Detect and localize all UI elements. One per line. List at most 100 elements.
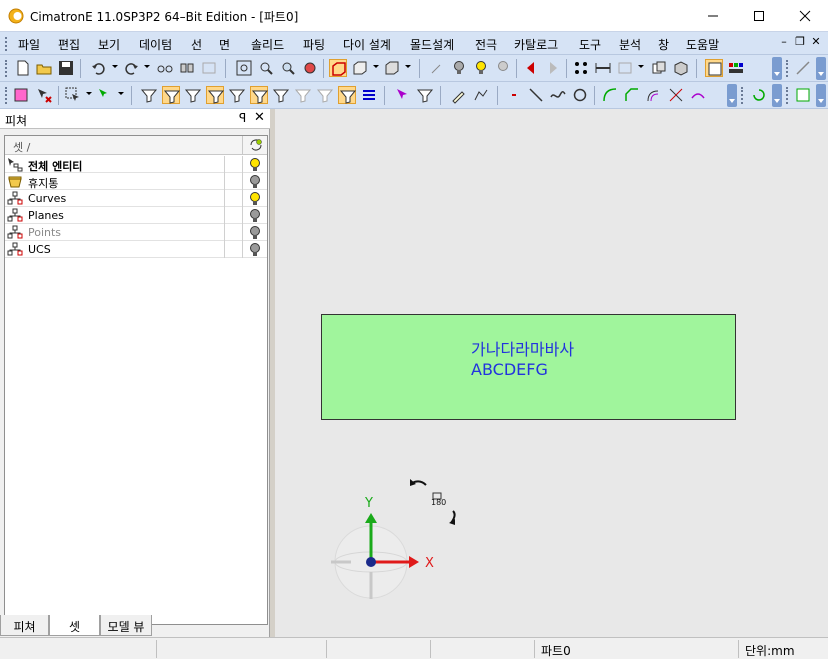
filter-solids-icon[interactable] <box>206 86 225 104</box>
filter-points-icon[interactable] <box>228 86 246 104</box>
trim-icon[interactable] <box>667 86 685 104</box>
circle-icon[interactable] <box>571 86 589 104</box>
measure-icon[interactable] <box>594 59 612 77</box>
filter-disabled-2-icon[interactable] <box>316 86 334 104</box>
toolbar-grip[interactable] <box>5 87 7 104</box>
render-icon[interactable] <box>383 59 401 77</box>
line-tool-icon[interactable] <box>794 59 812 77</box>
filter-faces-icon[interactable] <box>184 86 202 104</box>
filter-vertex-icon[interactable] <box>416 86 434 104</box>
new-file-icon[interactable] <box>14 59 32 77</box>
redo-dropdown-icon[interactable] <box>144 65 150 68</box>
tool-dropdown-icon[interactable] <box>638 65 644 68</box>
toolbar-grip[interactable] <box>786 60 788 77</box>
component-icon[interactable] <box>650 59 668 77</box>
disabled-tool-2-icon[interactable] <box>616 59 634 77</box>
menu-file[interactable]: 파일 <box>18 36 40 53</box>
mdi-close-icon[interactable]: ✕ <box>810 35 822 48</box>
select-mode-dropdown-icon[interactable] <box>86 92 92 95</box>
sketch-icon[interactable] <box>450 86 468 104</box>
maximize-button[interactable] <box>736 0 782 31</box>
shading-dropdown-icon[interactable] <box>373 65 379 68</box>
tab-set[interactable]: 셋 <box>49 615 100 636</box>
cube-icon[interactable] <box>672 59 690 77</box>
menu-face[interactable]: 면 <box>219 36 230 53</box>
undo-dropdown-icon[interactable] <box>112 65 118 68</box>
bulb-on-icon[interactable] <box>248 191 262 206</box>
menu-analysis[interactable]: 분석 <box>619 36 641 53</box>
mdi-restore-icon[interactable]: ❐ <box>794 35 806 48</box>
panel-close-icon[interactable]: ✕ <box>254 110 265 125</box>
arrow-left-icon[interactable] <box>522 59 540 77</box>
menu-edit[interactable]: 편집 <box>58 36 80 53</box>
select-box-icon[interactable] <box>12 86 30 104</box>
line-icon[interactable] <box>527 86 545 104</box>
tab-model-view[interactable]: 모델 뷰 <box>100 615 152 636</box>
menu-window[interactable]: 창 <box>658 36 669 53</box>
filter-entities-icon[interactable] <box>140 86 158 104</box>
points-grid-icon[interactable] <box>572 59 590 77</box>
shading-icon[interactable] <box>351 59 369 77</box>
mdi-minimize-icon[interactable]: – <box>778 35 790 48</box>
arrow-right-icon[interactable] <box>544 59 562 77</box>
pin-icon[interactable]: ꟼ <box>239 111 246 125</box>
filter-ucs-icon[interactable] <box>272 86 290 104</box>
filter-dropdown-icon[interactable] <box>118 92 124 95</box>
graphics-viewport[interactable]: 가나다라마바사 ABCDEFG 180 Y X <box>275 109 828 637</box>
toolbar-overflow-2-icon[interactable] <box>816 57 826 80</box>
bulb-off-icon[interactable] <box>248 242 262 257</box>
text-note-box[interactable]: 가나다라마바사 ABCDEFG <box>321 314 736 420</box>
light-tool-icon[interactable] <box>428 59 446 77</box>
filter-select-icon[interactable] <box>96 86 114 104</box>
view-box-icon[interactable] <box>329 59 347 77</box>
menu-mold-design[interactable]: 몰드설계 <box>410 36 454 53</box>
tree-row-points[interactable]: Points <box>5 224 267 241</box>
filter-disabled-icon[interactable] <box>294 86 312 104</box>
refresh-visibility-icon[interactable] <box>248 137 264 153</box>
bulb-off-icon[interactable] <box>248 174 262 189</box>
render-dropdown-icon[interactable] <box>405 65 411 68</box>
open-folder-icon[interactable] <box>35 59 53 77</box>
disabled-tool-icon[interactable] <box>200 59 218 77</box>
divide-icon[interactable] <box>689 86 707 104</box>
redo-icon[interactable] <box>122 59 140 77</box>
chamfer-icon[interactable] <box>623 86 641 104</box>
filter-curves-icon[interactable] <box>162 86 181 104</box>
point-icon[interactable] <box>505 86 523 104</box>
select-mode-icon[interactable] <box>64 86 82 104</box>
refresh-icon[interactable] <box>750 86 768 104</box>
offset-icon[interactable] <box>645 86 663 104</box>
menu-solid[interactable]: 솔리드 <box>251 36 284 53</box>
bulb-off-icon[interactable] <box>248 208 262 223</box>
assembly-icon[interactable] <box>178 59 196 77</box>
menu-electrode[interactable]: 전극 <box>475 36 497 53</box>
bulb-on-icon[interactable] <box>248 157 262 172</box>
menu-parting[interactable]: 파팅 <box>303 36 325 53</box>
fillet-icon[interactable] <box>601 86 619 104</box>
tree-column-header[interactable]: 셋 / <box>5 136 267 155</box>
toolbar-overflow-icon[interactable] <box>772 57 782 80</box>
toolbar-overflow-5-icon[interactable] <box>816 84 826 107</box>
bulb-show-icon[interactable] <box>450 59 468 77</box>
bulb-off-icon[interactable] <box>494 59 512 77</box>
select-cancel-icon[interactable] <box>35 86 53 104</box>
bulb-on-icon[interactable] <box>472 59 490 77</box>
pick-point-icon[interactable] <box>394 86 412 104</box>
toolbar-overflow-3-icon[interactable] <box>727 84 737 107</box>
axis-triad[interactable]: Y X <box>327 491 447 606</box>
glasses-icon[interactable] <box>156 59 174 77</box>
filter-all-icon[interactable] <box>338 86 357 104</box>
undo-icon[interactable] <box>90 59 108 77</box>
menu-catalog[interactable]: 카탈로그 <box>514 36 558 53</box>
bulb-off-icon[interactable] <box>248 225 262 240</box>
filter-planes-icon[interactable] <box>250 86 269 104</box>
tab-feature[interactable]: 피쳐 <box>0 615 49 636</box>
color-palette-icon[interactable] <box>727 59 745 77</box>
tree-row-ucs[interactable]: UCS <box>5 241 267 258</box>
feature-tree-toggle-icon[interactable] <box>705 59 723 77</box>
menu-help[interactable]: 도움말 <box>686 36 719 53</box>
menu-view[interactable]: 보기 <box>98 36 120 53</box>
zoom-window-icon[interactable] <box>257 59 275 77</box>
list-icon[interactable] <box>360 86 378 104</box>
zoom-icon[interactable] <box>279 59 297 77</box>
